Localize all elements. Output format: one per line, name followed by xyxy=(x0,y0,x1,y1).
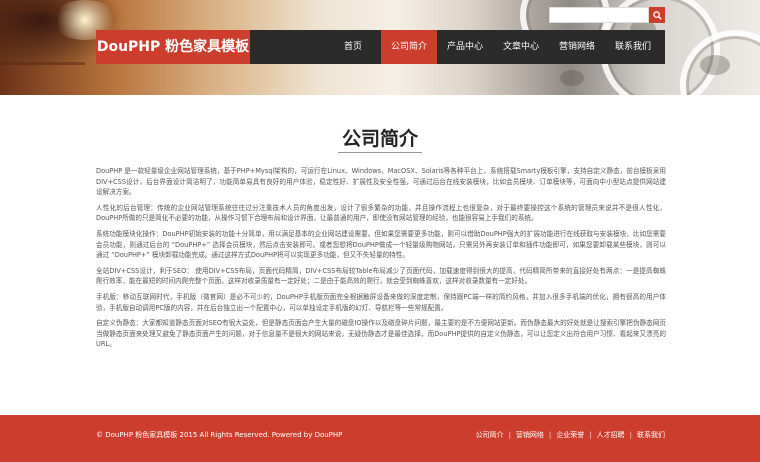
article-paragraph: 全站DIV+CSS设计，利于SEO： 使用DIV+CSS布局，页面代码精简，DI… xyxy=(96,266,666,286)
page-title: 公司简介 xyxy=(341,128,418,150)
title-divider xyxy=(338,152,422,153)
search-box xyxy=(549,7,665,23)
article-paragraph: 手机版：移动互联网时代，手机版（微官网）是必不可少的，DouPHP手机版页面完全… xyxy=(96,292,666,312)
footer-separator: | xyxy=(629,431,632,439)
article-paragraph: 系统功能模块化操作：DouPHP初始安装的功能十分简单，用以满足基本的企业网站建… xyxy=(96,229,666,260)
article-content: DouPHP 是一款轻量级企业网站管理系统，基于PHP+Mysql架构的，可运行… xyxy=(96,166,666,355)
footer-link-jobs[interactable]: 人才招聘 xyxy=(597,415,625,456)
nav-item-products[interactable]: 产品中心 xyxy=(437,30,493,64)
footer-link-contact[interactable]: 联系我们 xyxy=(637,415,665,456)
nav-item-articles[interactable]: 文章中心 xyxy=(493,30,549,64)
banner-decor xyxy=(560,70,584,86)
copyright-text: © DouPHP 粉色家具模板 2015 All Rights Reserved… xyxy=(96,431,343,439)
article-paragraph: DouPHP 是一款轻量级企业网站管理系统，基于PHP+Mysql架构的，可运行… xyxy=(96,167,666,197)
footer-links: 公司简介 | 营销网络 | 企业荣誉 | 人才招聘 | 联系我们 xyxy=(476,415,665,456)
search-icon xyxy=(652,10,662,20)
footer-link-network[interactable]: 营销网络 xyxy=(516,415,544,456)
nav-item-home[interactable]: 首页 xyxy=(325,30,381,64)
footer-separator: | xyxy=(548,431,552,439)
footer: © DouPHP 粉色家具模板 2015 All Rights Reserved… xyxy=(0,415,760,462)
footer-separator: | xyxy=(589,431,592,439)
article-paragraph: 人性化的后台管理：传统的企业网站管理系统往往过分注重技术人员的角度出发，设计了很… xyxy=(96,203,666,223)
footer-link-about[interactable]: 公司简介 xyxy=(476,415,504,456)
nav-item-network[interactable]: 营销网络 xyxy=(549,30,605,64)
main-nav: 首页 公司简介 产品中心 文章中心 营销网络 联系我们 xyxy=(250,30,665,64)
search-input[interactable] xyxy=(549,7,649,23)
footer-separator: | xyxy=(508,431,511,439)
footer-link-honors[interactable]: 企业荣誉 xyxy=(556,415,584,456)
banner-shelf xyxy=(0,62,85,65)
nav-item-about[interactable]: 公司简介 xyxy=(381,30,437,64)
banner-decor xyxy=(700,55,730,75)
nav-item-contact[interactable]: 联系我们 xyxy=(605,30,661,64)
article-paragraph: 自定义伪静态：大家都知道静态页面对SEO有很大益处，但是静态页面会产生大量的磁盘… xyxy=(96,319,666,349)
site-logo[interactable]: DouPHP 粉色家具模板 xyxy=(96,30,250,64)
search-button[interactable] xyxy=(649,7,665,23)
